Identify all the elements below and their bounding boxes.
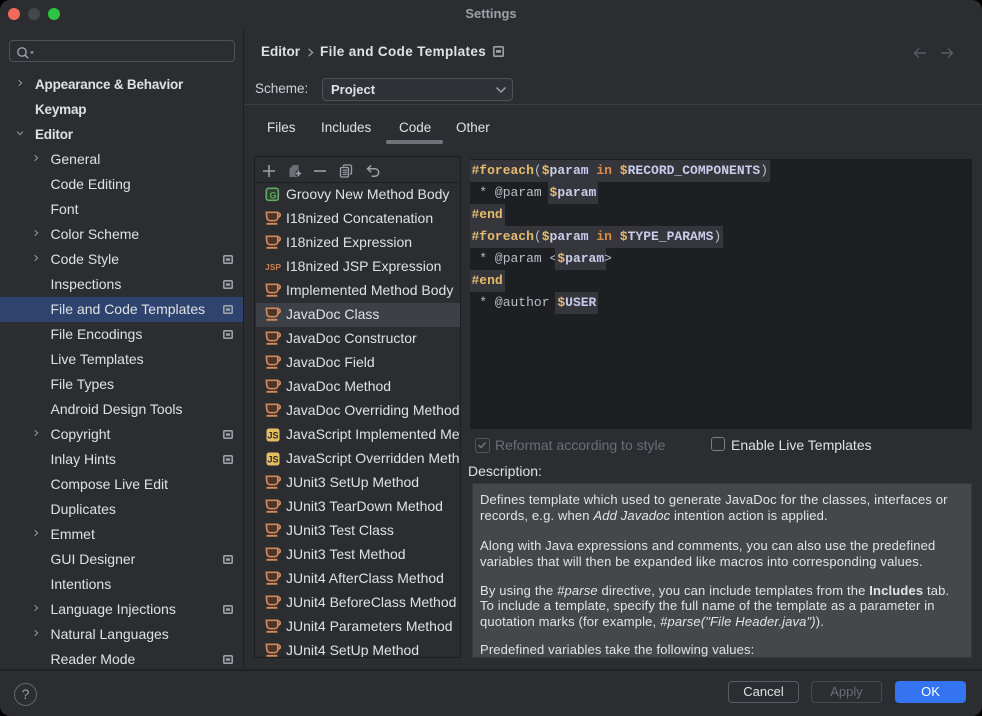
svg-text:G: G [269, 190, 276, 200]
svg-text:JSP: JSP [265, 262, 281, 272]
svg-text:JS: JS [267, 430, 278, 440]
svg-text:JS: JS [267, 454, 278, 464]
